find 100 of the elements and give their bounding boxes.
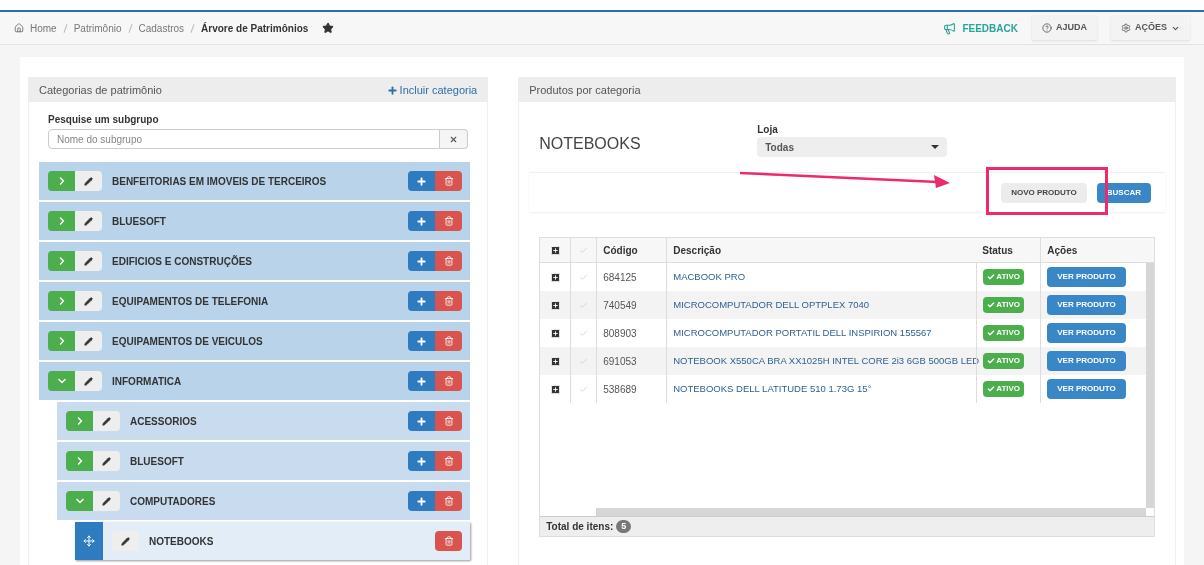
delete-button[interactable] [435, 411, 463, 431]
close-icon [449, 134, 459, 144]
tree-row[interactable]: EDIFICIOS E CONSTRUÇÕES [39, 242, 471, 280]
pencil-icon [84, 216, 93, 226]
delete-button[interactable] [435, 531, 463, 551]
horizontal-scrollbar[interactable] [596, 508, 1146, 516]
move-handle[interactable] [75, 522, 103, 560]
add-button[interactable] [408, 291, 436, 311]
add-button[interactable] [408, 451, 436, 471]
column-header[interactable]: Descrição [666, 238, 977, 262]
plus-icon [416, 295, 428, 307]
tree-row[interactable]: BENFEITORIAS EM IMOVEIS DE TERCEIROS [39, 162, 471, 200]
delete-button[interactable] [435, 331, 463, 351]
tree-row[interactable]: NOTEBOOKS [75, 522, 471, 560]
delete-button[interactable] [435, 491, 463, 511]
pencil-icon [84, 376, 93, 386]
status-badge: ATIVO [983, 381, 1025, 397]
home-icon [14, 23, 24, 33]
toolbar-button[interactable]: AÇÕES [1111, 16, 1190, 40]
plus-icon [416, 495, 428, 507]
breadcrumb-item[interactable]: Home [30, 20, 57, 36]
tree-row[interactable]: BLUESOFT [57, 442, 471, 480]
pencil-icon [84, 256, 93, 266]
edit-button[interactable] [112, 531, 139, 551]
view-product-button[interactable]: VER PRODUTO [1047, 323, 1126, 343]
edit-button[interactable] [93, 411, 120, 431]
add-button[interactable] [408, 171, 436, 191]
product-link[interactable]: NOTEBOOKS DELL LATITUDE 510 1.73G 15° [666, 375, 977, 403]
delete-button[interactable] [435, 451, 463, 471]
add-button[interactable] [408, 371, 436, 391]
trash-icon [443, 416, 454, 426]
view-product-button[interactable]: VER PRODUTO [1047, 295, 1126, 315]
view-product-button[interactable]: VER PRODUTO [1047, 267, 1126, 287]
delete-button[interactable] [435, 211, 463, 231]
edit-button[interactable] [75, 331, 102, 351]
search-field[interactable]: Nome do subgrupo [48, 129, 441, 149]
new-product-button[interactable]: NOVO PRODUTO [1001, 182, 1087, 203]
panel-title: Categorias de patrimônio [39, 82, 162, 98]
category-label: NOTEBOOKS [149, 534, 215, 549]
edit-button[interactable] [93, 491, 120, 511]
column-header[interactable]: Código [596, 238, 667, 262]
category-label: EQUIPAMENTOS DE TELEFONIA [112, 294, 270, 309]
category-label: EQUIPAMENTOS DE VEICULOS [112, 334, 264, 349]
edit-button[interactable] [75, 211, 102, 231]
edit-button[interactable] [75, 371, 102, 391]
pencil-icon [84, 176, 93, 186]
add-button[interactable] [408, 411, 436, 431]
settings-icon [1121, 23, 1131, 33]
add-category-link[interactable]: Incluir categoria [386, 81, 478, 99]
edit-button[interactable] [75, 291, 102, 311]
add-button[interactable] [408, 211, 436, 231]
total-count-badge: 5 [616, 519, 632, 534]
add-button[interactable] [408, 331, 436, 351]
plus-icon [416, 375, 428, 387]
tree-row[interactable]: ACESSORIOS [57, 402, 471, 440]
category-label: COMPUTADORES [130, 494, 217, 509]
pencil-icon [102, 496, 111, 506]
tree-row[interactable]: INFORMATICA [39, 362, 471, 400]
check-icon [579, 245, 589, 255]
expand-row-icon [549, 355, 561, 367]
edit-button[interactable] [93, 451, 120, 471]
plus-icon [416, 215, 428, 227]
delete-button[interactable] [435, 371, 463, 391]
view-product-button[interactable]: VER PRODUTO [1047, 351, 1126, 371]
delete-button[interactable] [435, 251, 463, 271]
trash-icon [443, 216, 454, 226]
store-select[interactable]: Todas [757, 137, 948, 157]
clear-button[interactable] [440, 129, 469, 149]
tree-row[interactable]: COMPUTADORES [57, 482, 471, 520]
expand-all-icon [549, 244, 561, 256]
edit-button[interactable] [75, 251, 102, 271]
breadcrumb-item[interactable]: Patrimônio [73, 20, 122, 36]
breadcrumb-item[interactable]: Cadastros [138, 20, 185, 36]
plus-icon [416, 255, 428, 267]
plus-icon [416, 335, 428, 347]
edit-button[interactable] [75, 171, 102, 191]
panel-title: Produtos por categoria [529, 82, 641, 98]
add-button[interactable] [408, 251, 436, 271]
tree-row[interactable]: BLUESOFT [39, 202, 471, 240]
category-label: ACESSORIOS [130, 414, 198, 429]
delete-button[interactable] [435, 171, 463, 191]
store-label: Loja [757, 123, 779, 137]
category-label: INFORMATICA [112, 374, 183, 389]
trash-icon [443, 456, 454, 466]
category-label: BLUESOFT [130, 454, 185, 469]
view-product-button[interactable]: VER PRODUTO [1047, 379, 1126, 399]
vertical-scrollbar[interactable] [1146, 263, 1154, 508]
delete-button[interactable] [435, 291, 463, 311]
search-label: Pesquise um subgrupo [48, 113, 160, 127]
tree-row[interactable]: EQUIPAMENTOS DE VEICULOS [39, 322, 471, 360]
plus-icon [416, 175, 428, 187]
table-cell: 538689 [596, 375, 667, 403]
pencil-icon [102, 456, 111, 466]
toolbar-button[interactable]: AJUDA [1031, 16, 1097, 40]
total-label: Total de itens: [546, 520, 614, 534]
check-icon [579, 272, 589, 282]
status-badge: ATIVO [983, 269, 1025, 285]
add-button[interactable] [408, 491, 436, 511]
tree-row[interactable]: EQUIPAMENTOS DE TELEFONIA [39, 282, 471, 320]
check-icon [579, 328, 589, 338]
